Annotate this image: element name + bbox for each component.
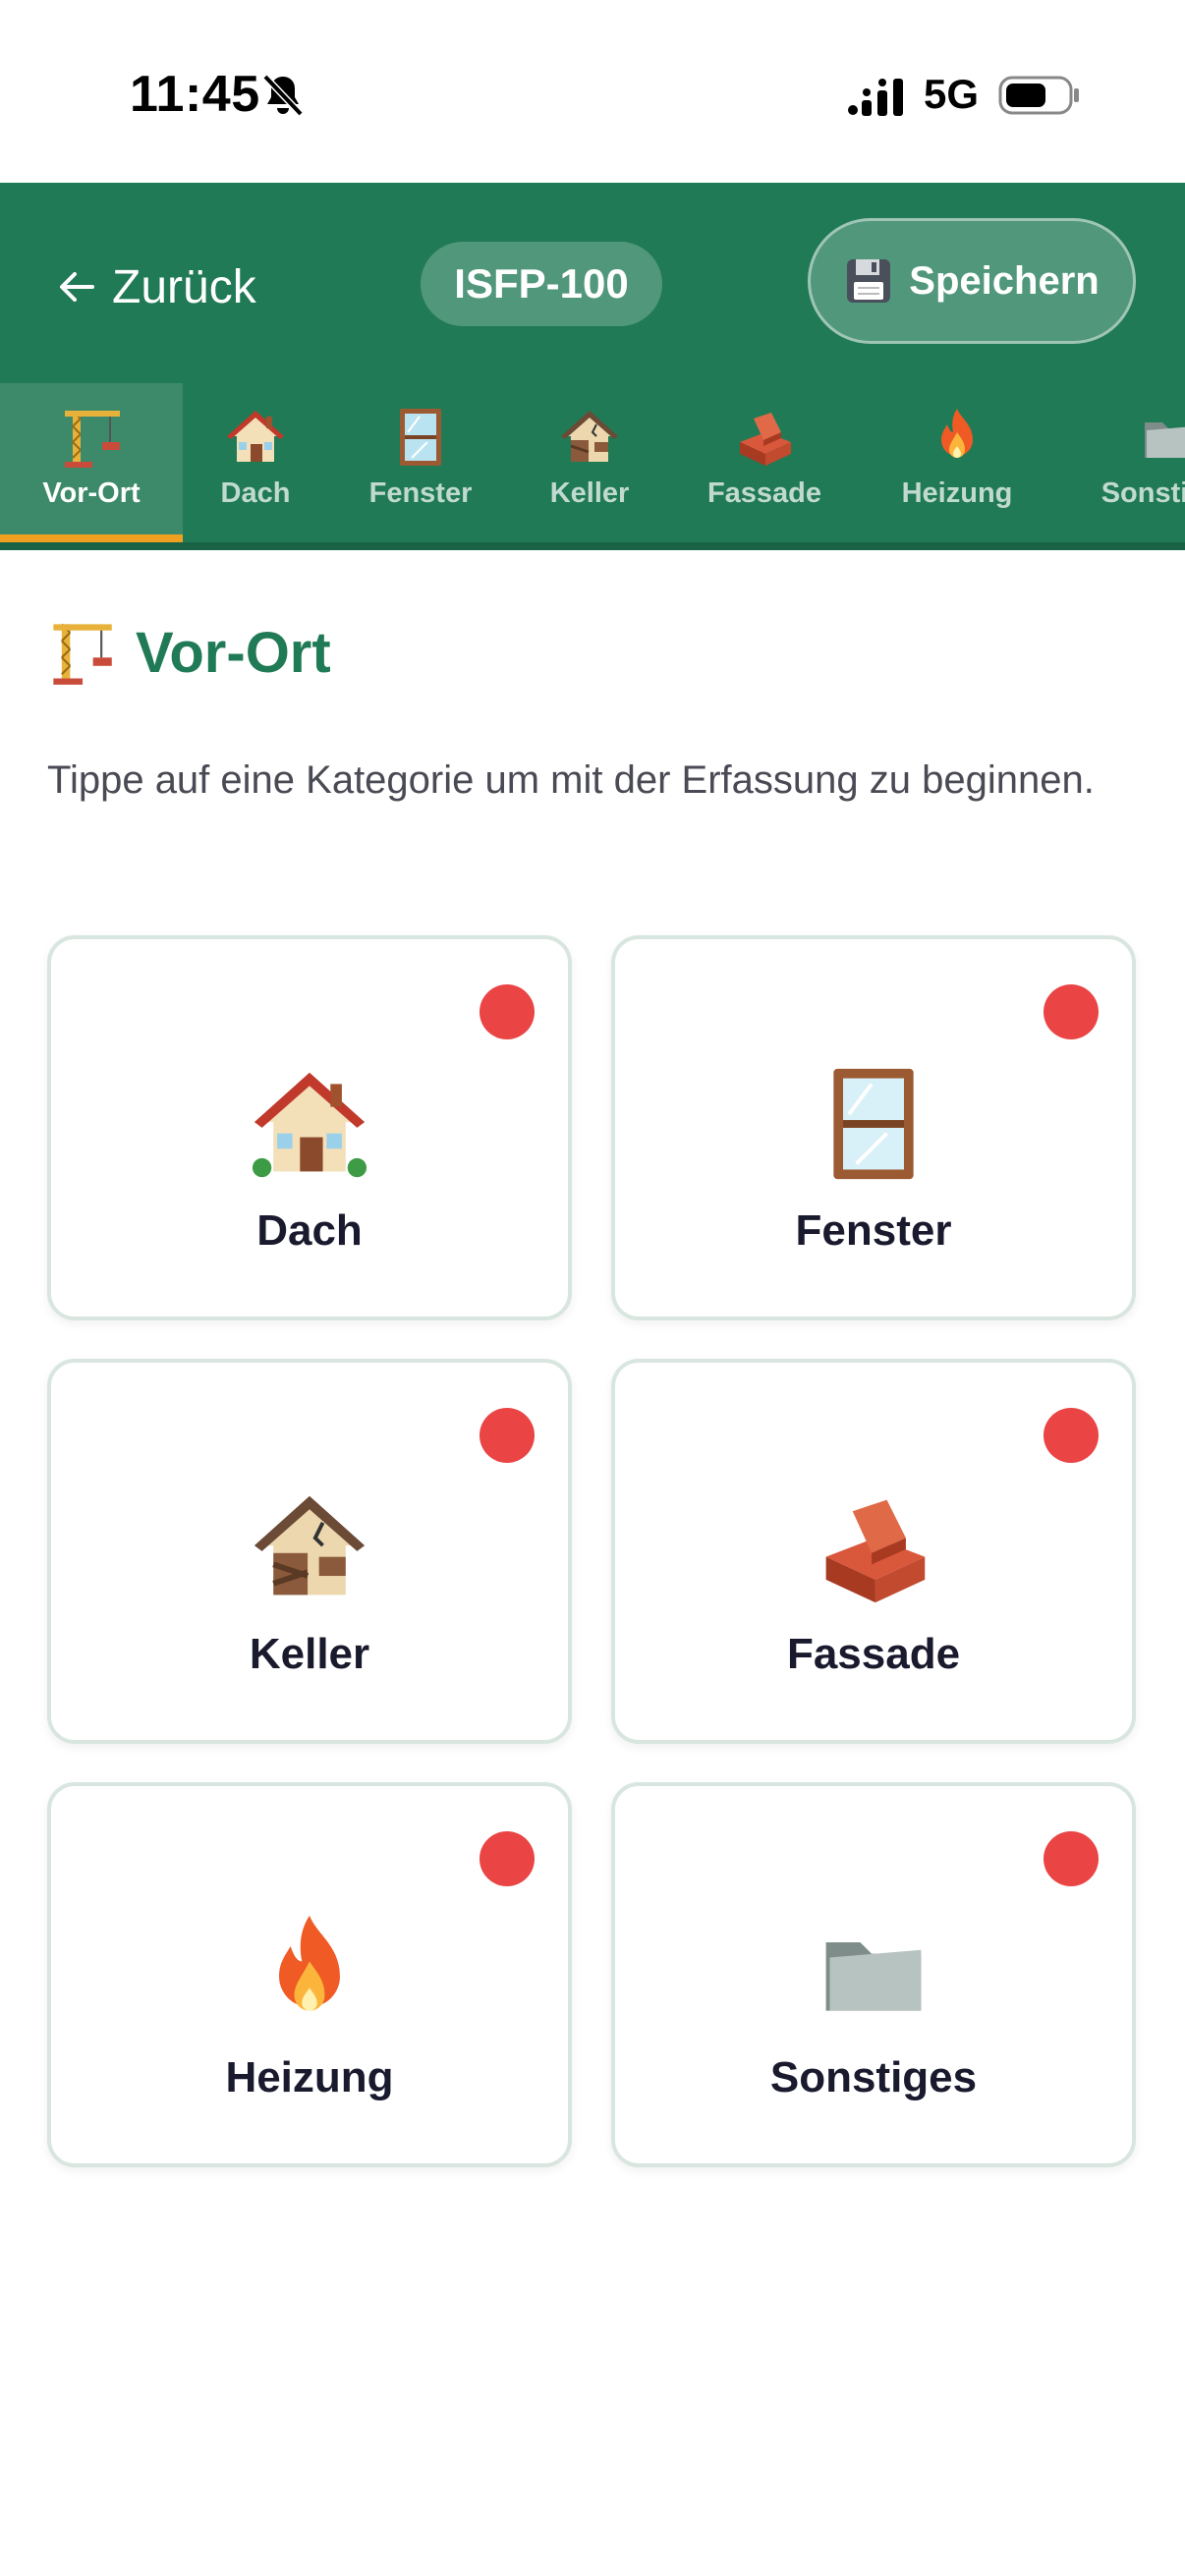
tab-heizung[interactable]: Heizung <box>880 383 1034 542</box>
fire-icon <box>941 409 973 458</box>
folder-icon <box>825 1941 922 2011</box>
tab-label: Keller <box>549 477 630 509</box>
tab-keller[interactable]: Keller <box>525 383 654 542</box>
house-icon <box>227 411 284 462</box>
card-label: Fenster <box>795 1206 952 1255</box>
status-dot <box>1044 984 1099 1039</box>
card-label: Keller <box>249 1630 370 1678</box>
status-dot <box>480 1408 535 1463</box>
app-header: Zurück ISFP-100 Speichern <box>0 183 1185 383</box>
back-label: Zurück <box>112 260 256 313</box>
card-label: Dach <box>256 1206 363 1255</box>
tab-label: Fassade <box>706 477 822 509</box>
project-id-badge: ISFP-100 <box>421 242 662 326</box>
tab-dach[interactable]: Dach <box>187 383 324 542</box>
battery-icon <box>998 76 1079 115</box>
status-dot <box>480 984 535 1039</box>
derelict-house-icon <box>561 411 618 462</box>
folder-icon <box>1145 422 1185 458</box>
save-label: Speichern <box>909 258 1100 303</box>
house-icon <box>252 1072 367 1178</box>
page: 11:45 5G Zurück ISFP-100 Speichern Vor-O… <box>0 0 1185 2576</box>
derelict-house-icon <box>254 1495 366 1596</box>
section-title-text: Vor-Ort <box>136 620 331 685</box>
bricks-icon <box>825 1499 926 1603</box>
tab-sonstiges[interactable]: Sonstiges <box>1081 383 1185 542</box>
tab-fenster[interactable]: Fenster <box>356 383 485 542</box>
intro-text: Tippe auf eine Kategorie um mit der Erfa… <box>47 758 1095 802</box>
tab-vor-ort[interactable]: Vor-Ort <box>0 383 183 542</box>
back-button[interactable]: Zurück <box>57 255 256 318</box>
network-type: 5G <box>924 71 980 117</box>
category-card-keller[interactable]: Keller <box>47 1359 572 1744</box>
status-dot <box>1044 1831 1099 1886</box>
bell-slash-icon <box>262 74 304 117</box>
category-card-fassade[interactable]: Fassade <box>611 1359 1136 1744</box>
category-card-heizung[interactable]: Heizung <box>47 1782 572 2167</box>
card-label: Fassade <box>786 1630 961 1678</box>
arrow-left-icon <box>60 272 94 302</box>
section-title: Vor-Ort <box>47 613 331 692</box>
status-time: 11:45 <box>130 66 260 123</box>
tab-label: Heizung <box>901 477 1013 509</box>
card-label: Sonstiges <box>769 2053 978 2101</box>
card-label: Heizung <box>225 2053 394 2101</box>
window-icon <box>833 1068 914 1180</box>
cellular-signal-icon <box>848 79 903 116</box>
bricks-icon <box>740 413 791 466</box>
status-bar: 11:45 5G <box>0 0 1185 183</box>
status-dot <box>1044 1408 1099 1463</box>
tab-label: Sonstiges <box>1100 477 1185 509</box>
tab-fassade[interactable]: Fassade <box>688 383 841 542</box>
tab-label: Fenster <box>368 477 473 509</box>
fire-icon <box>279 1915 340 2011</box>
floppy-disk-icon <box>847 259 891 303</box>
status-dot <box>480 1831 535 1886</box>
tab-label: Dach <box>220 477 291 509</box>
category-tab-bar: Vor-Ort Dach Fenster Keller Fassade Heiz… <box>0 383 1185 550</box>
save-button[interactable]: Speichern <box>808 218 1136 344</box>
crane-icon <box>65 410 120 468</box>
category-card-sonstiges[interactable]: Sonstiges <box>611 1782 1136 2167</box>
category-card-fenster[interactable]: Fenster <box>611 935 1136 1320</box>
category-card-dach[interactable]: Dach <box>47 935 572 1320</box>
crane-icon <box>53 623 112 685</box>
window-icon <box>400 409 441 466</box>
tab-label: Vor-Ort <box>42 477 141 509</box>
